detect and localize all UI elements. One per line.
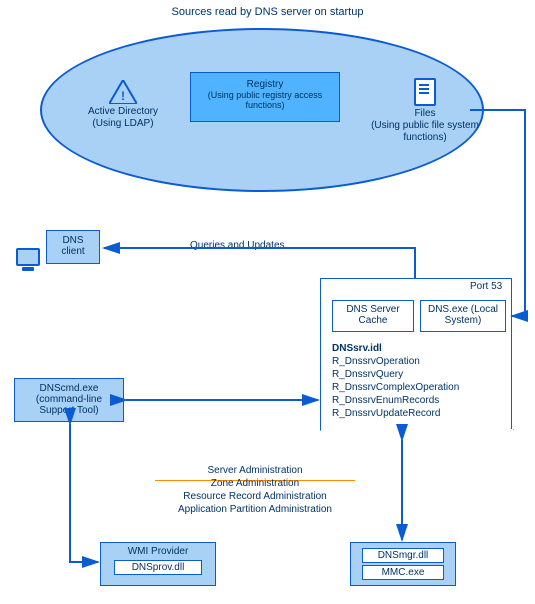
computer-icon (16, 248, 40, 270)
port-label: Port 53 (470, 281, 531, 292)
admin-l3: Resource Record Administration (110, 490, 400, 503)
dnscmd-l1: DNScmd.exe (15, 383, 123, 394)
admin-l4: Application Partition Administration (110, 503, 400, 516)
admin-l2: Zone Administration (110, 477, 400, 490)
wmi-provider-box: WMI Provider DNSprov.dll (100, 542, 216, 586)
admin-l1: Server Administration (110, 464, 400, 477)
triangle-icon: ! (109, 80, 137, 104)
dns-server-cache-box: DNS Server Cache (332, 300, 414, 332)
diagram-title: Sources read by DNS server on startup (0, 6, 535, 18)
wmi-title: WMI Provider (101, 546, 215, 557)
dns-exe-box: DNS.exe (Local System) (420, 300, 506, 332)
dns-client-l2: client (47, 246, 99, 257)
files-source: Files (Using public file system function… (370, 78, 480, 144)
files-name: Files (370, 108, 480, 120)
admin-block: Server Administration Zone Administratio… (110, 464, 400, 516)
registry-detail: (Using public registry access functions) (191, 90, 339, 110)
registry-name: Registry (191, 79, 339, 90)
registry-source: Registry (Using public registry access f… (190, 72, 340, 122)
dnscmd-l3: Support Tool) (15, 405, 123, 416)
idl-op-0: R_DnssrvOperation (332, 355, 502, 368)
active-directory-source: ! Active Directory (Using LDAP) (68, 80, 178, 130)
file-icon (414, 78, 436, 106)
dnsmgr-dll: DNSmgr.dll (362, 548, 444, 563)
idl-block: DNSsrv.idl R_DnssrvOperation R_DnssrvQue… (332, 342, 502, 420)
mmc-box: DNSmgr.dll MMC.exe (350, 542, 456, 586)
dns-client-l1: DNS (47, 235, 99, 246)
wmi-dll: DNSprov.dll (114, 560, 202, 575)
idl-op-2: R_DnssrvComplexOperation (332, 381, 502, 394)
ad-detail: (Using LDAP) (68, 118, 178, 130)
dnscmd-l2: (command-line (15, 394, 123, 405)
dnscmd-box: DNScmd.exe (command-line Support Tool) (14, 378, 124, 422)
idl-op-4: R_DnssrvUpdateRecord (332, 407, 502, 420)
idl-title: DNSsrv.idl (332, 342, 502, 355)
files-detail: (Using public file system functions) (370, 120, 480, 144)
dns-client-box: DNS client (46, 230, 100, 264)
queries-updates-label: Queries and Updates (190, 240, 285, 251)
svg-text:!: ! (121, 89, 125, 103)
idl-op-3: R_DnssrvEnumRecords (332, 394, 502, 407)
idl-op-1: R_DnssrvQuery (332, 368, 502, 381)
ad-name: Active Directory (68, 106, 178, 118)
mmc-exe: MMC.exe (362, 565, 444, 580)
